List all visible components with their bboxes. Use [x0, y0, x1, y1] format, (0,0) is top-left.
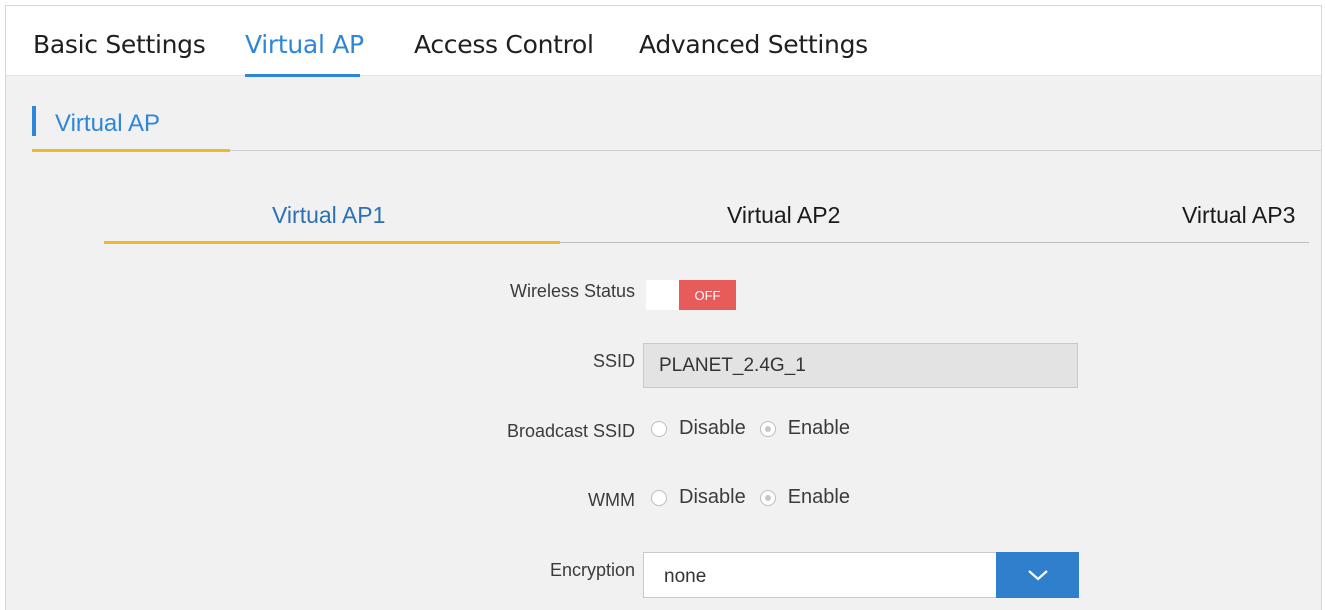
toggle-state-label: OFF [679, 280, 736, 310]
wmm-disable-radio[interactable] [651, 489, 667, 506]
wmm-enable-label[interactable]: Enable [788, 486, 850, 509]
wireless-status-label: Wireless Status [509, 281, 635, 301]
encryption-selected-value: none [664, 566, 707, 587]
wmm-disable-label[interactable]: Disable [679, 486, 746, 509]
top-navigation: Basic Settings Virtual AP Access Control… [6, 6, 1321, 77]
broadcast-ssid-label: Broadcast SSID [506, 421, 635, 441]
broadcast-ssid-disable-radio[interactable] [651, 420, 667, 437]
page-frame: Basic Settings Virtual AP Access Control… [5, 5, 1322, 610]
encryption-label: Encryption [549, 560, 635, 580]
section-marker [32, 106, 36, 136]
broadcast-ssid-enable-label[interactable]: Enable [788, 417, 850, 440]
tab-advanced-settings[interactable]: Advanced Settings [639, 30, 868, 59]
section-title: Virtual AP [55, 110, 160, 137]
broadcast-ssid-enable-radio[interactable] [759, 420, 776, 437]
dropdown-button[interactable] [996, 552, 1079, 598]
wmm-options: Disable Enable [651, 486, 864, 509]
active-tab-indicator [245, 74, 360, 77]
tab-virtual-ap[interactable]: Virtual AP [245, 30, 364, 59]
wmm-enable-radio[interactable] [759, 489, 776, 506]
toggle-knob [646, 280, 679, 310]
subtab-virtual-ap3[interactable]: Virtual AP3 [1182, 202, 1295, 229]
ssid-label: SSID [592, 351, 635, 371]
wmm-label: WMM [588, 490, 635, 510]
tab-access-control[interactable]: Access Control [414, 30, 594, 59]
section-accent-line [32, 149, 230, 152]
wireless-status-toggle[interactable]: OFF [646, 280, 736, 310]
subtab-virtual-ap1[interactable]: Virtual AP1 [272, 202, 385, 229]
chevron-down-icon [1027, 570, 1048, 581]
ssid-input[interactable] [643, 343, 1078, 388]
broadcast-ssid-disable-label[interactable]: Disable [679, 417, 746, 440]
subtab-virtual-ap2[interactable]: Virtual AP2 [727, 202, 840, 229]
encryption-select[interactable]: none [643, 552, 1079, 598]
tab-basic-settings[interactable]: Basic Settings [33, 30, 206, 59]
active-subtab-indicator [104, 241, 560, 244]
broadcast-ssid-options: Disable Enable [651, 417, 864, 440]
